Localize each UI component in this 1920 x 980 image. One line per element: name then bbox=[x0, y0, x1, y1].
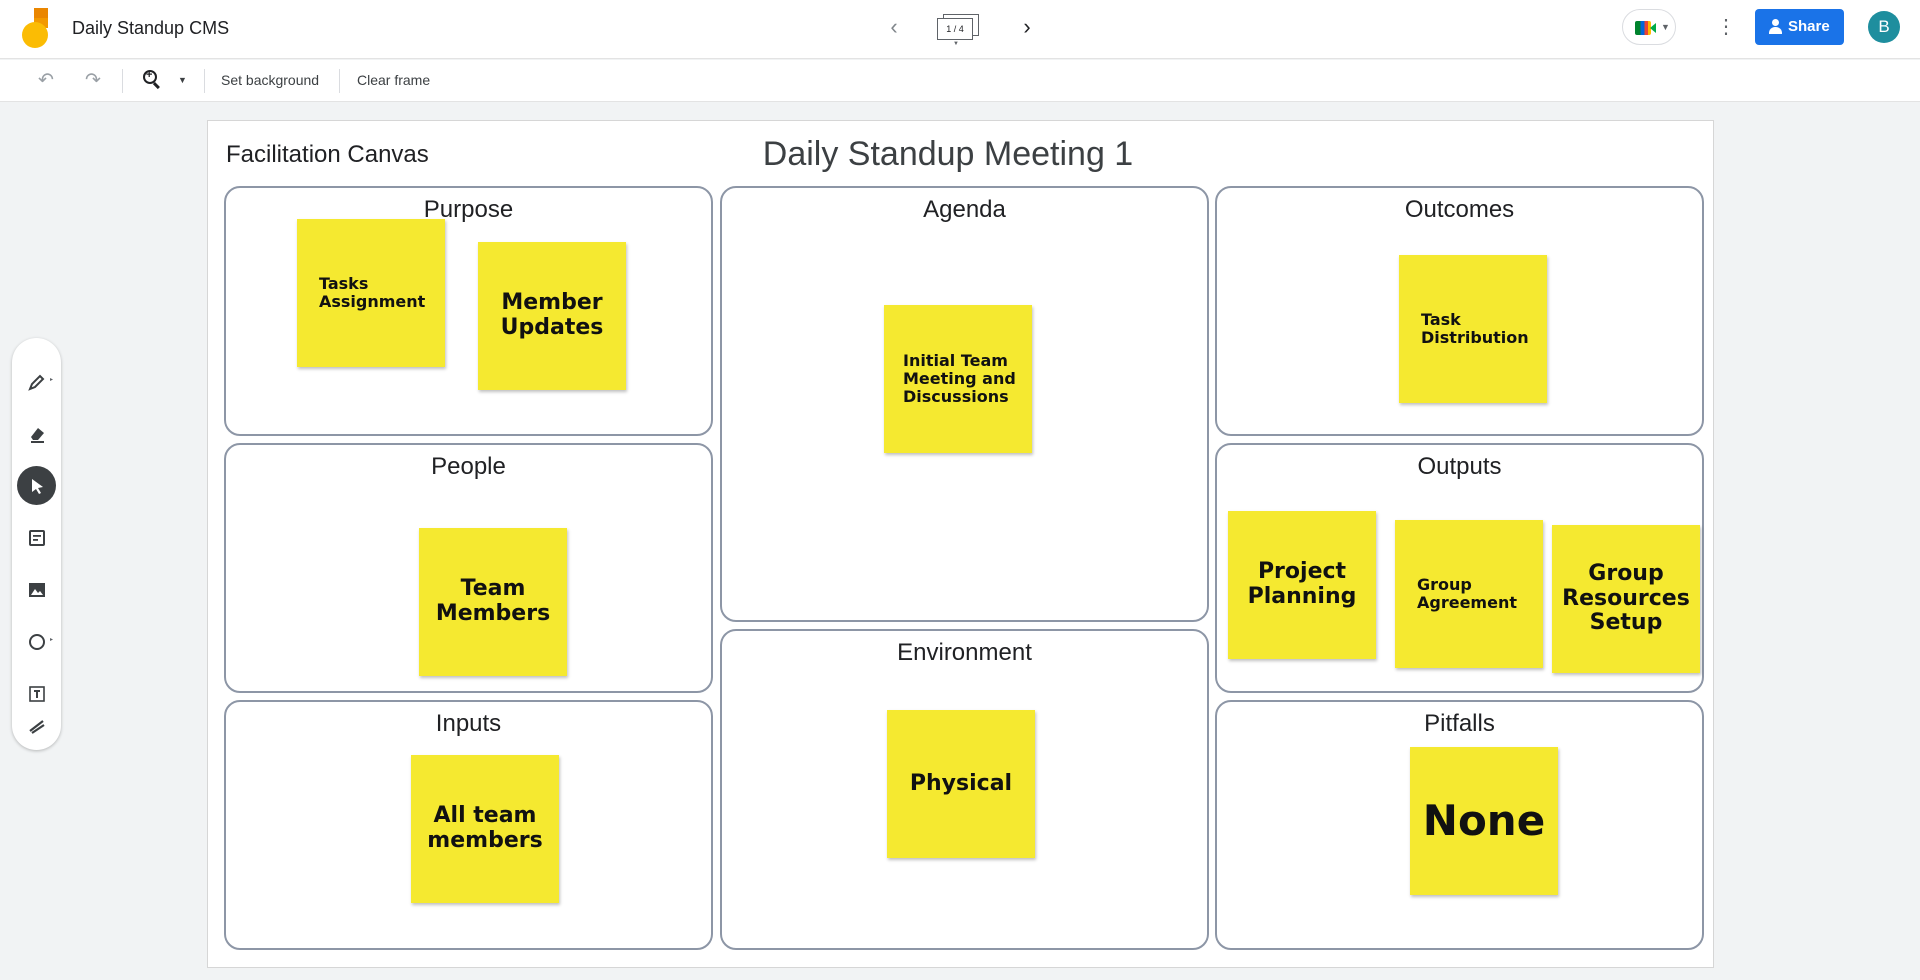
section-title: Pitfalls bbox=[1424, 710, 1495, 737]
sticky-note[interactable]: Initial Team Meeting and Discussions bbox=[884, 305, 1032, 453]
redo-icon[interactable]: ↷ bbox=[79, 68, 107, 94]
toolbar-divider bbox=[122, 69, 123, 93]
share-button[interactable]: Share bbox=[1755, 9, 1844, 45]
previous-frame-button[interactable]: ‹ bbox=[880, 14, 908, 42]
image-tool-icon[interactable] bbox=[17, 570, 56, 609]
section-title: Agenda bbox=[923, 196, 1006, 223]
jamboard-logo-icon[interactable] bbox=[22, 8, 50, 48]
frame-counter: 1 / 4 bbox=[937, 18, 973, 40]
sticky-note[interactable]: Group Agreement bbox=[1395, 520, 1543, 668]
meet-button[interactable]: ▼ bbox=[1622, 9, 1676, 45]
top-bar: Daily Standup CMS ‹ 1 / 4 ▼ › ▼ ⋮ Share … bbox=[0, 0, 1920, 59]
canvas-toolbar: ↶ ↷ + ▼ Set background Clear frame bbox=[0, 60, 1920, 102]
section-title: Outputs bbox=[1417, 453, 1502, 480]
sticky-note[interactable]: Project Planning bbox=[1228, 511, 1376, 659]
section-title: Inputs bbox=[435, 710, 502, 737]
more-options-icon[interactable]: ⋮ bbox=[1714, 12, 1738, 42]
jam-canvas[interactable]: Facilitation Canvas Daily Standup Meetin… bbox=[207, 120, 1714, 968]
chevron-down-icon: ▼ bbox=[1661, 22, 1670, 32]
section-title: People bbox=[431, 453, 506, 480]
zoom-in-icon[interactable]: + bbox=[143, 69, 163, 90]
sticky-note[interactable]: Tasks Assignment bbox=[297, 219, 445, 367]
sticky-note[interactable]: Group Resources Setup bbox=[1552, 525, 1700, 673]
canvas-title: Daily Standup Meeting 1 bbox=[762, 135, 1134, 173]
toolbar-divider bbox=[339, 69, 340, 93]
section-title: Outcomes bbox=[1404, 196, 1515, 223]
sticky-note[interactable]: Team Members bbox=[419, 528, 567, 676]
sticky-note[interactable]: All team members bbox=[411, 755, 559, 903]
next-frame-button[interactable]: › bbox=[1013, 14, 1041, 42]
pen-tool-icon[interactable]: ▸ bbox=[17, 362, 56, 401]
laser-tool-icon[interactable] bbox=[17, 706, 56, 745]
sticky-note[interactable]: Physical bbox=[887, 710, 1035, 858]
set-background-button[interactable]: Set background bbox=[221, 72, 319, 88]
share-button-label: Share bbox=[1788, 18, 1830, 35]
select-tool-icon[interactable] bbox=[17, 466, 56, 505]
undo-icon[interactable]: ↶ bbox=[32, 68, 60, 94]
eraser-tool-icon[interactable] bbox=[17, 414, 56, 453]
clear-frame-button[interactable]: Clear frame bbox=[357, 72, 430, 88]
account-avatar[interactable]: B bbox=[1868, 11, 1900, 43]
sticky-note-tool-icon[interactable] bbox=[17, 518, 56, 557]
meet-camera-icon bbox=[1635, 21, 1651, 35]
sticky-note[interactable]: Task Distribution bbox=[1399, 255, 1547, 403]
frame-bar-toggle[interactable]: 1 / 4 ▼ bbox=[937, 14, 981, 47]
section-title: Environment bbox=[897, 639, 1032, 666]
toolbar-divider bbox=[204, 69, 205, 93]
person-icon bbox=[1768, 19, 1782, 35]
sticky-note[interactable]: Member Updates bbox=[478, 242, 626, 390]
chevron-down-icon: ▼ bbox=[953, 41, 959, 47]
sticky-note[interactable]: None bbox=[1410, 747, 1558, 895]
document-title[interactable]: Daily Standup CMS bbox=[72, 18, 229, 39]
zoom-dropdown-icon[interactable]: ▼ bbox=[178, 75, 187, 85]
shape-tool-icon[interactable]: ▸ bbox=[17, 622, 56, 661]
tool-rail: ▸ ▸ bbox=[12, 338, 61, 750]
